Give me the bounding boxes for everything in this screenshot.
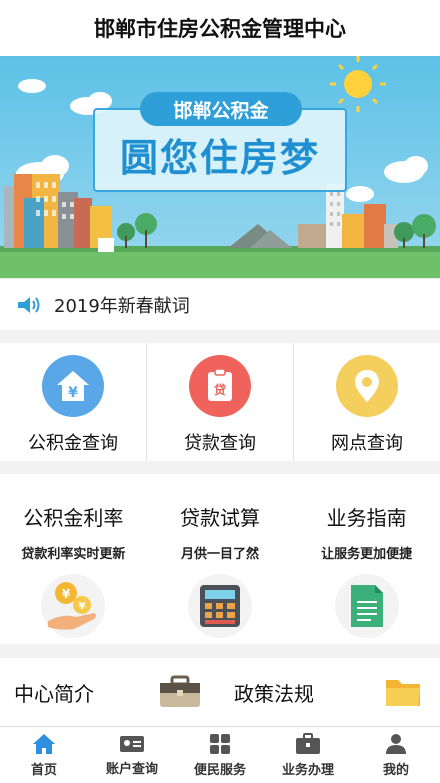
quick-action-fund-query[interactable]: ¥ 公积金查询 — [0, 343, 147, 461]
document-icon — [334, 574, 399, 638]
tool-business-guide[interactable]: 业务指南 让服务更加便捷 — [293, 474, 440, 644]
tab-mine[interactable]: 我的 — [352, 727, 440, 783]
tool-subtitle: 贷款利率实时更新 — [21, 547, 126, 562]
loan-document-icon: 贷 — [189, 355, 251, 417]
location-pin-icon — [336, 355, 398, 417]
id-card-icon — [120, 735, 144, 752]
sun-icon — [330, 56, 386, 112]
tab-label: 便民服务 — [193, 762, 246, 778]
app-header: 邯郸市住房公积金管理中心 — [0, 0, 440, 56]
info-label: 中心简介 — [14, 681, 94, 706]
grid-icon — [210, 733, 230, 754]
quick-action-loan-query[interactable]: 贷 贷款查询 — [147, 343, 294, 461]
tool-title: 业务指南 — [326, 506, 407, 530]
banner-pill: 邯郸公积金 — [140, 92, 302, 126]
info-policy-regulations[interactable]: 政策法规 — [220, 676, 440, 708]
tab-account-query[interactable]: 账户查询 — [88, 727, 176, 783]
notice-bar[interactable]: 2019年新春献词 — [0, 278, 440, 330]
tool-interest-rate[interactable]: 公积金利率 贷款利率实时更新 ¥ ¥ — [0, 474, 147, 644]
quick-actions: ¥ 公积金查询 贷 贷款查询 网点查询 — [0, 343, 440, 461]
quick-action-label: 贷款查询 — [184, 433, 256, 454]
quick-action-label: 网点查询 — [331, 433, 403, 454]
svg-text:¥: ¥ — [68, 385, 78, 401]
toolbox-icon — [296, 732, 320, 754]
tab-label: 首页 — [30, 762, 57, 778]
bottom-tab-bar: 首页 账户查询 便民服务 业务办理 我的 — [0, 726, 440, 783]
house-yen-icon: ¥ — [42, 355, 104, 417]
tool-title: 公积金利率 — [23, 506, 124, 530]
briefcase-icon — [160, 675, 200, 707]
svg-text:¥: ¥ — [62, 587, 71, 601]
speaker-icon — [18, 296, 40, 313]
tool-subtitle: 让服务更加便捷 — [321, 547, 413, 562]
home-icon — [33, 733, 55, 754]
page-title: 邯郸市住房公积金管理中心 — [94, 17, 346, 41]
tool-title: 贷款试算 — [180, 506, 260, 530]
svg-text:贷: 贷 — [214, 382, 226, 397]
tab-convenience-services[interactable]: 便民服务 — [176, 727, 264, 783]
person-icon — [386, 733, 406, 754]
quick-action-label: 公积金查询 — [28, 433, 118, 454]
tab-label: 我的 — [382, 762, 409, 778]
tab-business-handling[interactable]: 业务办理 — [264, 727, 352, 783]
coins-hand-icon: ¥ ¥ — [41, 574, 106, 638]
tab-label: 账户查询 — [105, 761, 158, 777]
notice-text: 2019年新春献词 — [54, 295, 190, 317]
tab-label: 业务办理 — [281, 762, 334, 778]
folder-icon — [386, 680, 420, 706]
info-center-intro[interactable]: 中心简介 — [0, 675, 220, 709]
tool-subtitle: 月供一目了然 — [181, 547, 260, 562]
promo-banner[interactable]: 圆您住房梦 邯郸公积金 — [0, 56, 440, 278]
tool-loan-calculator[interactable]: 贷款试算 月供一目了然 — [147, 474, 294, 644]
info-label: 政策法规 — [234, 681, 314, 706]
quick-action-branch-query[interactable]: 网点查询 — [294, 343, 440, 461]
info-section: 中心简介 政策法规 — [0, 658, 440, 726]
calculator-icon — [188, 574, 252, 638]
tools-section: 公积金利率 贷款利率实时更新 ¥ ¥ 贷款试算 月供一目了然 业务指南 让服务更… — [0, 474, 440, 644]
tab-home[interactable]: 首页 — [0, 727, 88, 783]
svg-text:¥: ¥ — [79, 601, 86, 612]
